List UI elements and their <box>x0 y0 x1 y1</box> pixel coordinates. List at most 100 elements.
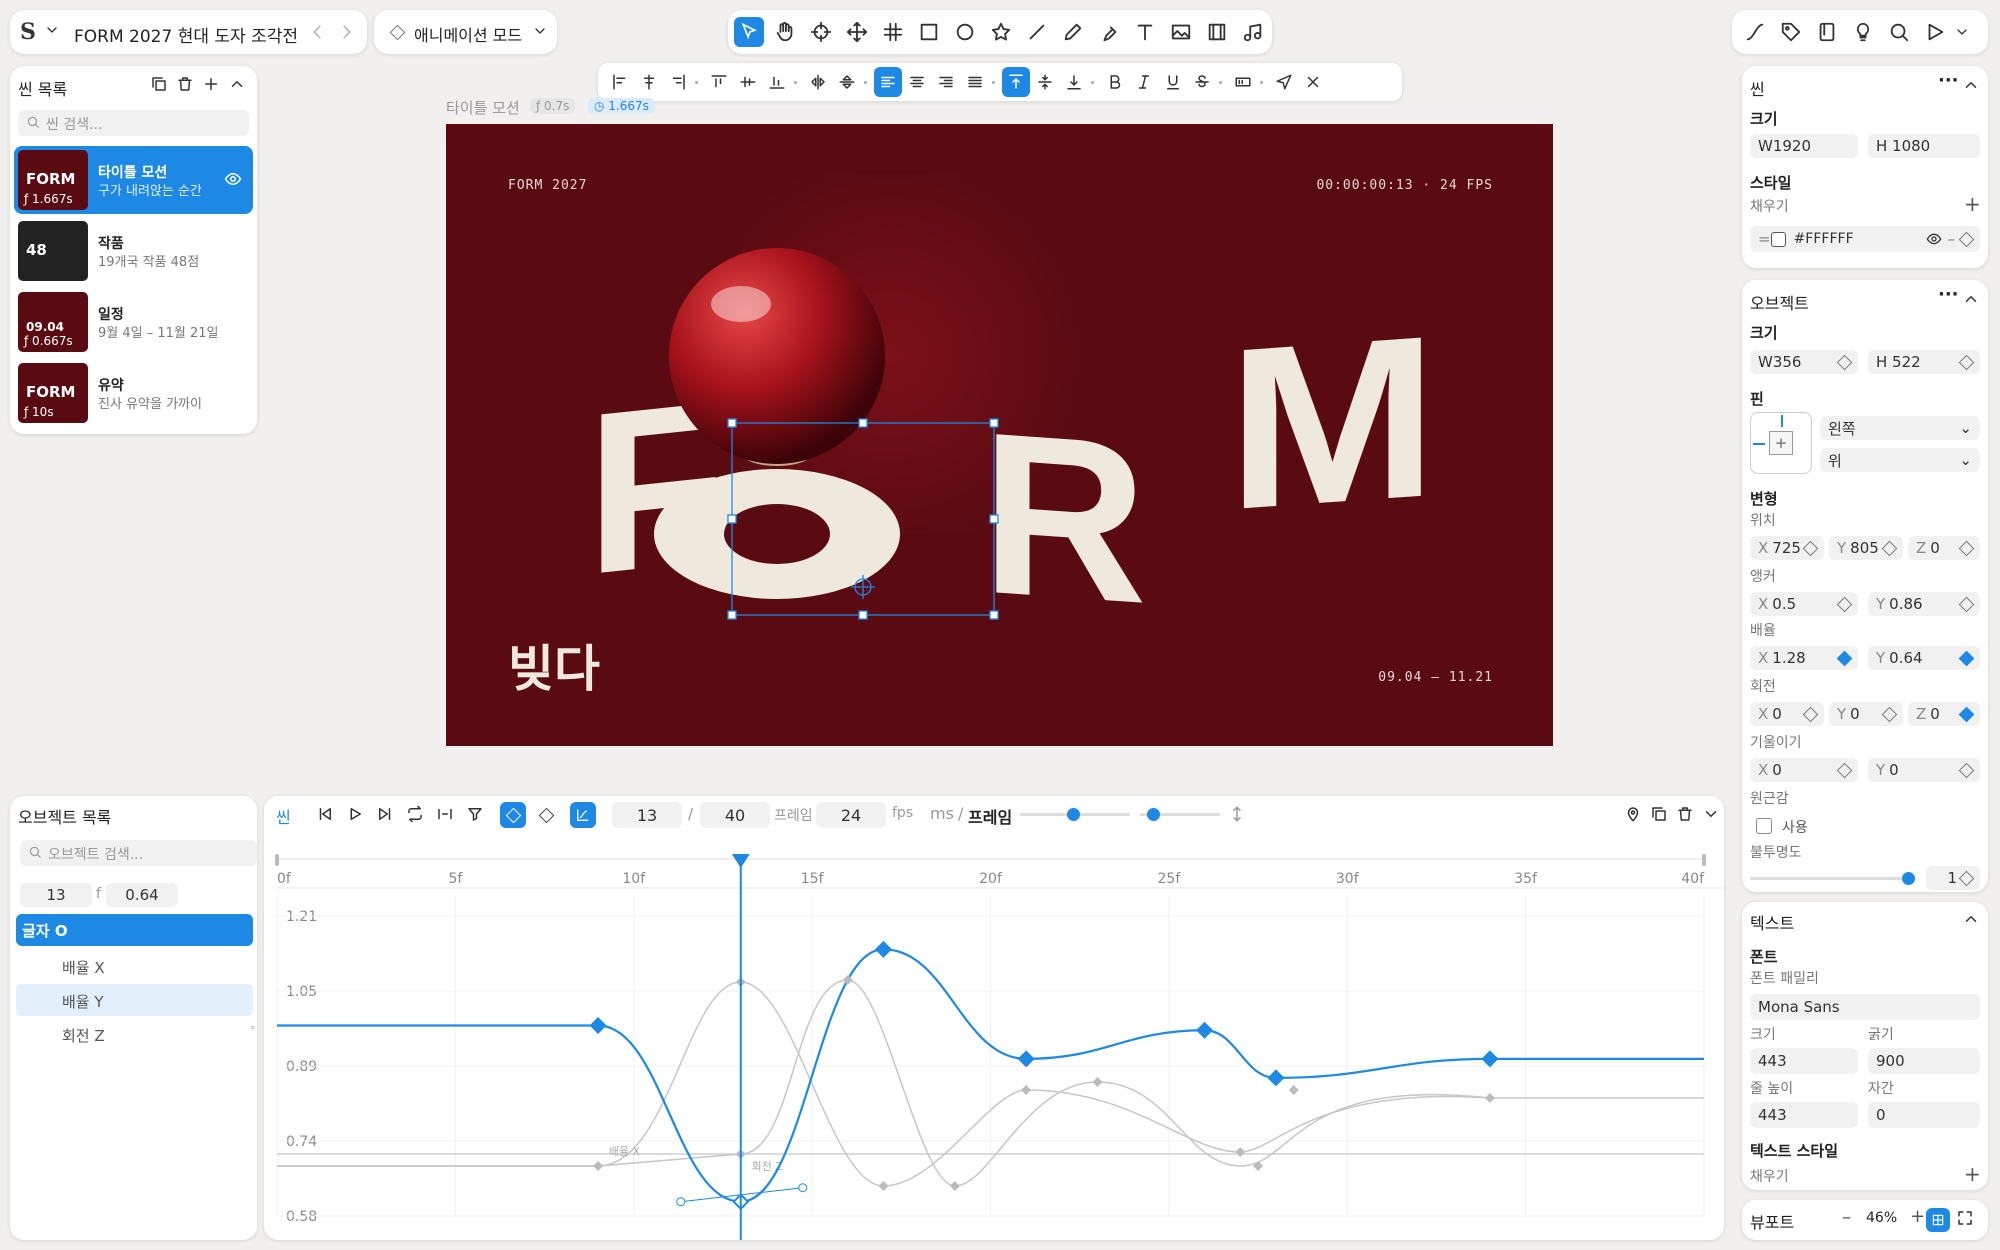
scene-item[interactable]: FORM ƒ 10s 유약 진사 유약을 가까이 <box>14 359 253 427</box>
app-logo-icon[interactable]: S <box>20 19 36 45</box>
keyframe-point[interactable] <box>589 1017 607 1035</box>
line-tool[interactable] <box>1022 17 1052 47</box>
object-width-field[interactable]: W356 <box>1750 350 1858 374</box>
scene-search-input[interactable]: 씬 검색... <box>18 110 249 136</box>
zoom-slider-thumb[interactable] <box>1067 808 1080 821</box>
keyframe-diamond-icon[interactable] <box>1958 650 1975 666</box>
send-button[interactable] <box>1270 67 1298 97</box>
search-icon[interactable] <box>1888 21 1910 43</box>
opacity-field[interactable]: 1 <box>1926 866 1980 890</box>
bezier-handle[interactable] <box>676 1197 686 1207</box>
chevron-up-icon[interactable] <box>1962 76 1980 94</box>
bold-button[interactable] <box>1101 67 1129 97</box>
font-family-field[interactable]: Mona Sans <box>1750 994 1980 1020</box>
align-center-h-button[interactable] <box>635 67 663 97</box>
current-frame-field[interactable]: 13 <box>612 802 682 828</box>
frame-unit-toggle[interactable]: 프레임 <box>968 804 1012 828</box>
keyframe-diamond-icon[interactable] <box>1881 706 1898 722</box>
scale-slider-thumb[interactable] <box>1147 808 1160 821</box>
perspective-checkbox[interactable] <box>1756 818 1772 834</box>
zoom-in-icon[interactable]: + <box>1910 1206 1925 1227</box>
text-right-button[interactable] <box>932 67 960 97</box>
property-scale-x[interactable]: 배율 X <box>16 950 253 982</box>
chevron-down-icon[interactable] <box>44 22 60 38</box>
keyframe-diamond-icon[interactable] <box>1958 231 1975 247</box>
remove-icon[interactable]: – <box>1948 230 1956 248</box>
scale-slider[interactable] <box>1140 808 1220 821</box>
text-tool[interactable] <box>1130 17 1160 47</box>
color-swatch[interactable] <box>1770 231 1786 247</box>
valign-bottom-button[interactable] <box>1060 67 1088 97</box>
forward-arrow-icon[interactable] <box>336 21 358 43</box>
line-height-field[interactable]: 443 <box>1750 1102 1858 1128</box>
more-icon[interactable]: ··· <box>1938 284 1959 305</box>
audio-tool[interactable] <box>1238 17 1268 47</box>
valign-top-button[interactable] <box>1002 67 1030 97</box>
scene-width-field[interactable]: W1920 <box>1750 134 1858 158</box>
play-icon[interactable] <box>346 805 364 823</box>
skew-x-field[interactable]: X0 <box>1750 758 1858 782</box>
playhead-handle[interactable] <box>731 854 750 868</box>
object-height-field[interactable]: H 522 <box>1868 350 1980 374</box>
ms-toggle[interactable]: ms <box>930 804 954 823</box>
underline-button[interactable] <box>1159 67 1187 97</box>
valign-middle-button[interactable] <box>1031 67 1059 97</box>
align-bottom-button[interactable] <box>763 67 791 97</box>
opacity-slider-thumb[interactable] <box>1902 872 1915 885</box>
curve-graph[interactable]: 0f 5f 10f 15f 20f 25f 30f 35f 40f 1.21 1.05 0.89 0.7… <box>264 836 1724 1240</box>
align-left-button[interactable] <box>606 67 634 97</box>
rotation-z-field[interactable]: Z0 <box>1908 702 1980 726</box>
keyframe-diamond-icon[interactable] <box>1881 540 1898 556</box>
document-title[interactable]: FORM 2027 현대 도자 조각전 <box>74 22 298 47</box>
font-weight-field[interactable]: 900 <box>1868 1048 1980 1074</box>
fit-view-button[interactable] <box>1926 1208 1950 1232</box>
play-icon[interactable] <box>1924 21 1946 43</box>
position-x-field[interactable]: X 725 <box>1750 536 1824 560</box>
eye-icon[interactable] <box>1926 231 1942 247</box>
keyframe-diamond-icon[interactable] <box>1836 596 1853 612</box>
move-tool[interactable] <box>806 17 836 47</box>
star-tool[interactable] <box>986 17 1016 47</box>
rotation-x-field[interactable]: X0 <box>1750 702 1824 726</box>
loop-icon[interactable] <box>406 805 424 823</box>
vertical-resize-icon[interactable] <box>1228 805 1246 823</box>
pin-icon[interactable] <box>1624 805 1642 823</box>
keyframe-diamond-icon[interactable] <box>1958 596 1975 612</box>
more-icon[interactable]: ··· <box>1938 70 1959 91</box>
skip-back-icon[interactable] <box>316 805 334 823</box>
timeline-scene-tab[interactable]: 씬 <box>276 804 291 828</box>
curve-icon[interactable] <box>1744 21 1766 43</box>
select-tool[interactable] <box>734 17 764 47</box>
pencil-tool[interactable] <box>1058 17 1088 47</box>
keyframe-value-field[interactable]: 0.64 <box>106 883 178 907</box>
italic-button[interactable] <box>1130 67 1158 97</box>
keyframe-point[interactable] <box>1481 1050 1499 1068</box>
keyframe-point[interactable] <box>874 940 892 958</box>
zoom-out-icon[interactable]: – <box>1842 1207 1851 1228</box>
fullscreen-icon[interactable] <box>1956 1209 1974 1227</box>
scene-item[interactable]: 09.04 ƒ 0.667s 일정 9월 4일 – 11월 21일 <box>14 288 253 356</box>
strikethrough-button[interactable] <box>1188 67 1216 97</box>
back-arrow-icon[interactable] <box>306 21 328 43</box>
fill-row[interactable]: = #FFFFFF – <box>1750 226 1980 252</box>
scale-x-field[interactable]: X 1.28 <box>1750 646 1858 670</box>
trash-icon[interactable] <box>176 75 194 93</box>
flip-v-button[interactable] <box>833 67 861 97</box>
textbox-button[interactable] <box>1229 67 1257 97</box>
zoom-slider[interactable] <box>1020 808 1130 821</box>
font-size-field[interactable]: 443 <box>1750 1048 1858 1074</box>
fill-color-value[interactable]: #FFFFFF <box>1794 231 1926 247</box>
keyframe-diamond-icon[interactable] <box>1802 540 1819 556</box>
scene-item[interactable]: FORM ƒ 1.667s 타이틀 모션 구가 내려앉는 순간 <box>14 146 253 214</box>
align-top-button[interactable] <box>705 67 733 97</box>
keyframe-diamond-icon[interactable] <box>1958 706 1975 722</box>
book-icon[interactable] <box>1816 21 1838 43</box>
align-right-button[interactable] <box>664 67 692 97</box>
pin-horizontal-select[interactable]: 왼쪽 ⌄ <box>1820 416 1980 440</box>
range-end-handle[interactable] <box>1702 854 1706 866</box>
image-tool[interactable] <box>1166 17 1196 47</box>
pan-tool[interactable] <box>842 17 872 47</box>
zoom-level[interactable]: 46% <box>1866 1210 1897 1226</box>
add-fill-icon[interactable]: + <box>1964 192 1981 216</box>
keyframe-point[interactable] <box>1267 1069 1285 1087</box>
